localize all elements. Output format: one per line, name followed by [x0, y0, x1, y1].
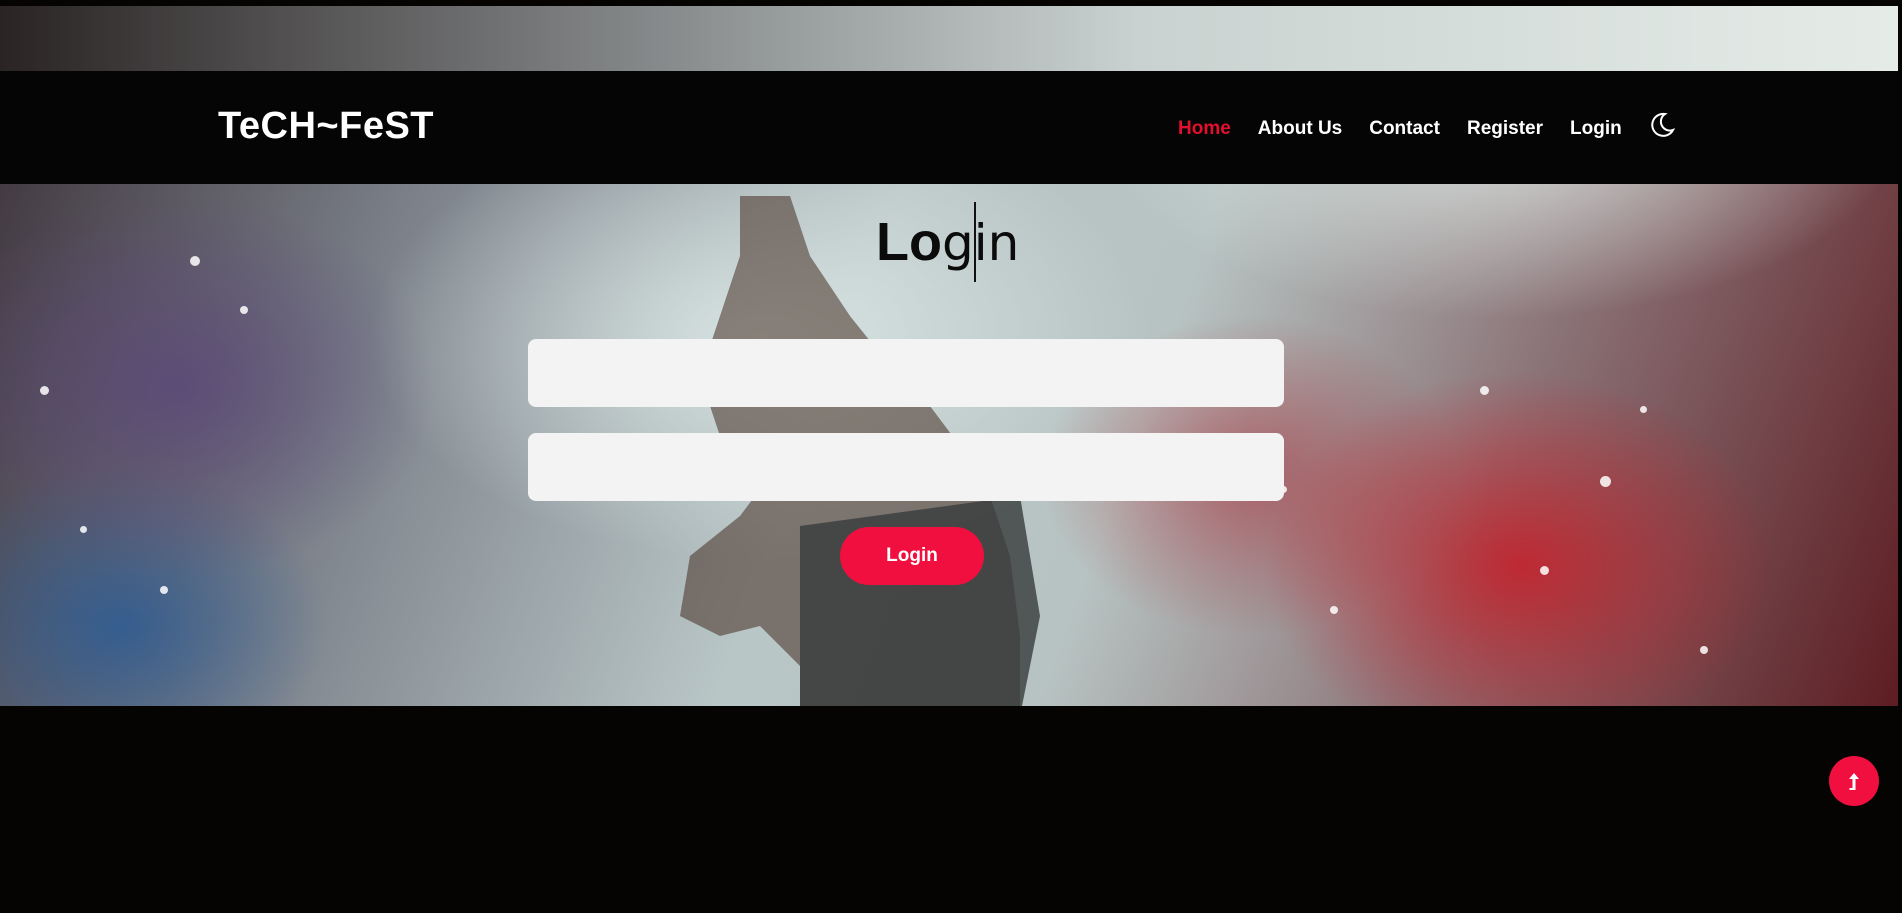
hero-top-strip [0, 6, 1898, 71]
bokeh-light [80, 526, 87, 533]
navbar: TeCH~FeST Home About Us Contact Register… [0, 71, 1898, 184]
login-heading: Login [876, 215, 1019, 269]
site-logo[interactable]: TeCH~FeST [218, 105, 434, 148]
nav-links: Home About Us Contact Register Login [1178, 118, 1649, 140]
bokeh-light [160, 586, 168, 594]
username-input[interactable] [528, 339, 1284, 407]
nav-about-us[interactable]: About Us [1258, 118, 1342, 140]
bokeh-light [1600, 476, 1611, 487]
bokeh-light [1540, 566, 1549, 575]
nav-register[interactable]: Register [1467, 118, 1543, 140]
bokeh-light [190, 256, 200, 266]
bokeh-light [1640, 406, 1647, 413]
bokeh-light [1480, 386, 1489, 395]
bokeh-light [40, 386, 49, 395]
typing-caret [974, 202, 976, 282]
nav-login[interactable]: Login [1570, 118, 1622, 140]
scroll-to-top-button[interactable] [1829, 756, 1879, 806]
bokeh-light [1330, 606, 1338, 614]
login-heading-bold: Lo [876, 212, 942, 272]
login-heading-thin: gin [941, 214, 1020, 272]
bokeh-light [1700, 646, 1708, 654]
arrow-up-icon [1849, 773, 1859, 790]
nav-home[interactable]: Home [1178, 118, 1231, 140]
password-input[interactable] [528, 433, 1284, 501]
nav-contact[interactable]: Contact [1369, 118, 1440, 140]
bokeh-light [240, 306, 248, 314]
login-button[interactable]: Login [840, 527, 984, 585]
moon-icon[interactable] [1648, 111, 1676, 139]
